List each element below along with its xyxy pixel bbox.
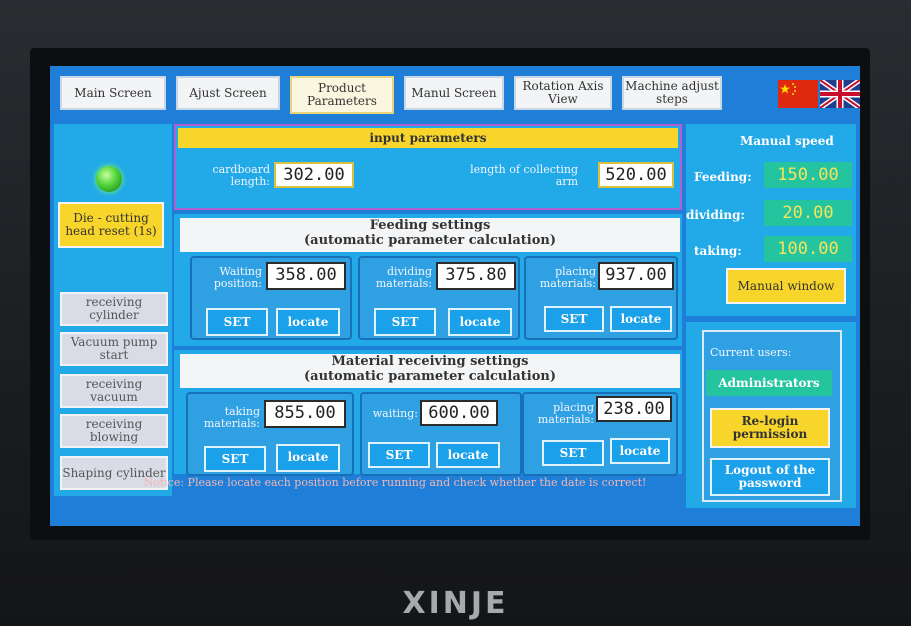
logout-password-button[interactable]: Logout of the password	[710, 458, 830, 496]
taking-materials-set-button[interactable]: SET	[204, 446, 266, 472]
placing-materials-receiving-set-button[interactable]: SET	[542, 440, 604, 466]
receiving-vacuum-button[interactable]: receiving vacuum	[60, 374, 168, 408]
waiting-position-locate-button[interactable]: locate	[276, 308, 340, 336]
feeding-settings-header: Feeding settings (automatic parameter ca…	[180, 218, 680, 252]
waiting-receiving-set-button[interactable]: SET	[368, 442, 430, 468]
material-receiving-subtitle: (automatic parameter calculation)	[304, 369, 556, 384]
collecting-arm-length-input[interactable]: 520.00	[598, 162, 674, 188]
feeding-speed-input[interactable]: 150.00	[764, 162, 852, 188]
feeding-speed-label: Feeding:	[694, 170, 752, 184]
current-user-value: Administrators	[706, 370, 832, 396]
waiting-receiving-label: waiting:	[372, 407, 418, 420]
tab-machine-adjust-steps[interactable]: Machine adjust steps	[622, 76, 722, 110]
placing-materials-feeding-label: placing materials:	[539, 265, 596, 290]
tab-product-parameters[interactable]: Product Parameters	[290, 76, 394, 114]
cardboard-length-label: cardboard length:	[212, 163, 270, 188]
placing-materials-feeding-input[interactable]: 937.00	[598, 262, 674, 290]
dividing-speed-label: dividing:	[686, 208, 745, 222]
input-parameters-title: input parameters	[178, 128, 678, 148]
hmi-screen: Main Screen Ajust Screen Product Paramet…	[50, 66, 860, 526]
taking-speed-label: taking:	[694, 244, 742, 258]
waiting-position-input[interactable]: 358.00	[266, 262, 346, 290]
collecting-arm-length-label: length of collecting arm	[470, 163, 578, 188]
dividing-materials-label: dividing materials:	[375, 265, 432, 290]
tab-main-screen[interactable]: Main Screen	[60, 76, 166, 110]
feeding-settings-title: Feeding settings	[369, 218, 491, 233]
manual-speed-title: Manual speed	[740, 134, 834, 148]
cardboard-length-input[interactable]: 302.00	[274, 162, 354, 188]
placing-materials-receiving-input[interactable]: 238.00	[596, 396, 672, 422]
taking-speed-input[interactable]: 100.00	[764, 236, 852, 262]
current-users-label: Current users:	[710, 346, 792, 359]
relogin-permission-button[interactable]: Re-login permission	[710, 408, 830, 448]
placing-materials-feeding-locate-button[interactable]: locate	[610, 306, 672, 332]
receiving-blowing-button[interactable]: receiving blowing	[60, 414, 168, 448]
die-cutting-reset-button[interactable]: Die - cutting head reset (1s)	[58, 202, 164, 248]
brand-logo: XINJE	[402, 586, 509, 621]
receiving-cylinder-button[interactable]: receiving cylinder	[60, 292, 168, 326]
uk-flag-icon[interactable]	[820, 80, 860, 108]
vacuum-pump-start-button[interactable]: Vacuum pump start	[60, 332, 168, 366]
dividing-speed-input[interactable]: 20.00	[764, 200, 852, 226]
taking-materials-locate-button[interactable]: locate	[276, 444, 340, 472]
status-led-icon	[96, 166, 122, 192]
manual-window-button[interactable]: Manual window	[726, 268, 846, 304]
placing-materials-receiving-label: placing materials:	[537, 401, 594, 426]
notice-text: Notice: Please locate each position befo…	[143, 476, 647, 489]
placing-materials-feeding-set-button[interactable]: SET	[544, 306, 604, 332]
waiting-position-label: Waiting position:	[213, 265, 262, 290]
taking-materials-label: taking materials:	[203, 405, 260, 430]
tab-ajust-screen[interactable]: Ajust Screen	[176, 76, 280, 110]
china-flag-icon[interactable]	[778, 80, 818, 108]
material-receiving-header: Material receiving settings (automatic p…	[180, 354, 680, 388]
material-receiving-title: Material receiving settings	[331, 354, 529, 369]
tab-rotation-axis-view[interactable]: Rotation Axis View	[514, 76, 612, 110]
feeding-settings-subtitle: (automatic parameter calculation)	[304, 233, 556, 248]
dividing-materials-set-button[interactable]: SET	[374, 308, 436, 336]
dividing-materials-locate-button[interactable]: locate	[448, 308, 512, 336]
waiting-receiving-locate-button[interactable]: locate	[436, 442, 500, 468]
tab-manul-screen[interactable]: Manul Screen	[404, 76, 504, 110]
waiting-receiving-input[interactable]: 600.00	[420, 400, 498, 426]
placing-materials-receiving-locate-button[interactable]: locate	[610, 438, 670, 464]
waiting-position-set-button[interactable]: SET	[206, 308, 268, 336]
taking-materials-input[interactable]: 855.00	[264, 400, 346, 428]
dividing-materials-input[interactable]: 375.80	[436, 262, 516, 290]
